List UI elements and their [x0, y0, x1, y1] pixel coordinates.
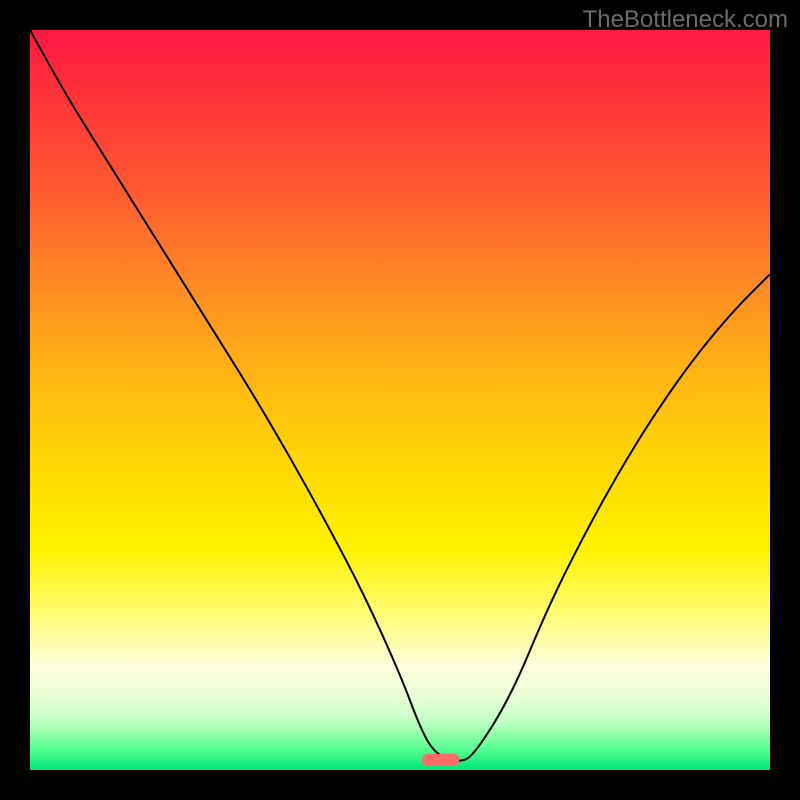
chart-container: TheBottleneck.com [0, 0, 800, 800]
curve-svg [30, 30, 770, 770]
minimum-marker [422, 754, 459, 766]
plot-area [30, 30, 770, 770]
bottleneck-curve-path [30, 30, 770, 761]
